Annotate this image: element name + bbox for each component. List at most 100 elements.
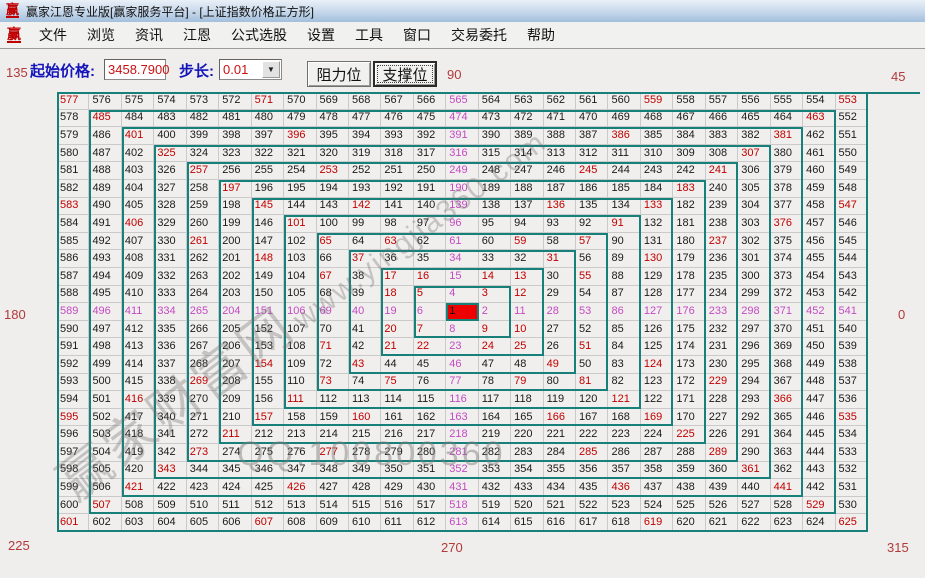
grid-cell[interactable]: 431 <box>446 479 478 497</box>
grid-cell[interactable]: 139 <box>446 198 478 216</box>
grid-cell[interactable]: 489 <box>89 180 121 198</box>
grid-cell[interactable]: 69 <box>317 303 349 321</box>
grid-cell[interactable]: 178 <box>673 268 705 286</box>
grid-cell[interactable]: 26 <box>544 338 576 356</box>
grid-cell[interactable]: 285 <box>576 444 608 462</box>
grid-cell[interactable]: 492 <box>89 233 121 251</box>
grid-cell[interactable]: 406 <box>122 215 154 233</box>
grid-cell[interactable]: 504 <box>89 444 121 462</box>
grid-cell[interactable]: 481 <box>219 110 251 128</box>
grid-cell[interactable]: 488 <box>89 162 121 180</box>
grid-cell[interactable]: 346 <box>252 462 284 480</box>
grid-cell[interactable]: 146 <box>252 215 284 233</box>
grid-cell[interactable]: 276 <box>284 444 316 462</box>
grid-cell[interactable]: 37 <box>349 250 381 268</box>
grid-cell[interactable]: 168 <box>608 409 640 427</box>
grid-cell[interactable]: 404 <box>122 180 154 198</box>
grid-cell[interactable]: 344 <box>187 462 219 480</box>
grid-cell[interactable]: 378 <box>771 180 803 198</box>
grid-cell[interactable]: 236 <box>706 250 738 268</box>
grid-cell[interactable]: 364 <box>771 426 803 444</box>
grid-cell[interactable]: 81 <box>576 374 608 392</box>
grid-cell[interactable]: 513 <box>284 497 316 515</box>
grid-cell[interactable]: 440 <box>738 479 770 497</box>
grid-cell[interactable]: 592 <box>57 356 89 374</box>
grid-cell[interactable]: 104 <box>284 268 316 286</box>
grid-cell[interactable]: 438 <box>673 479 705 497</box>
grid-cell[interactable]: 103 <box>284 250 316 268</box>
grid-cell[interactable]: 212 <box>252 426 284 444</box>
grid-cell[interactable]: 230 <box>706 356 738 374</box>
grid-cell[interactable]: 186 <box>576 180 608 198</box>
grid-cell[interactable]: 358 <box>641 462 673 480</box>
grid-cell[interactable]: 325 <box>154 145 186 163</box>
grid-cell[interactable]: 622 <box>738 514 770 532</box>
grid-cell[interactable]: 366 <box>771 391 803 409</box>
grid-cell[interactable]: 435 <box>576 479 608 497</box>
grid-cell[interactable]: 254 <box>284 162 316 180</box>
grid-cell[interactable]: 291 <box>738 426 770 444</box>
grid-cell[interactable]: 455 <box>803 250 835 268</box>
grid-cell[interactable]: 308 <box>706 145 738 163</box>
grid-cell[interactable]: 40 <box>349 303 381 321</box>
grid-cell[interactable]: 248 <box>479 162 511 180</box>
grid-cell[interactable]: 80 <box>544 374 576 392</box>
grid-cell[interactable]: 121 <box>608 391 640 409</box>
grid-cell[interactable]: 147 <box>252 233 284 251</box>
grid-cell[interactable]: 617 <box>576 514 608 532</box>
menu-item[interactable]: 文件 <box>29 24 77 46</box>
grid-cell[interactable]: 349 <box>349 462 381 480</box>
grid-cell[interactable]: 224 <box>641 426 673 444</box>
grid-cell[interactable]: 469 <box>608 110 640 128</box>
grid-cell[interactable]: 280 <box>414 444 446 462</box>
grid-cell[interactable]: 483 <box>154 110 186 128</box>
grid-cell[interactable]: 116 <box>446 391 478 409</box>
grid-cell[interactable]: 620 <box>673 514 705 532</box>
grid-cell[interactable]: 425 <box>252 479 284 497</box>
grid-cell[interactable]: 136 <box>544 198 576 216</box>
grid-cell[interactable]: 380 <box>771 145 803 163</box>
grid-cell[interactable]: 439 <box>706 479 738 497</box>
grid-cell[interactable]: 333 <box>154 286 186 304</box>
grid-cell[interactable]: 288 <box>673 444 705 462</box>
grid-cell[interactable]: 38 <box>349 268 381 286</box>
grid-cell[interactable]: 321 <box>284 145 316 163</box>
grid-cell[interactable]: 84 <box>608 338 640 356</box>
grid-cell[interactable]: 352 <box>446 462 478 480</box>
grid-cell[interactable]: 336 <box>154 338 186 356</box>
grid-cell[interactable]: 211 <box>219 426 251 444</box>
grid-cell[interactable]: 171 <box>673 391 705 409</box>
grid-cell[interactable]: 389 <box>511 127 543 145</box>
grid-cell[interactable]: 98 <box>381 215 413 233</box>
grid-cell[interactable]: 76 <box>414 374 446 392</box>
grid-cell[interactable]: 320 <box>317 145 349 163</box>
grid-cell[interactable]: 85 <box>608 321 640 339</box>
grid-cell[interactable]: 31 <box>544 250 576 268</box>
grid-cell[interactable]: 584 <box>57 215 89 233</box>
grid-cell[interactable]: 386 <box>608 127 640 145</box>
grid-cell[interactable]: 356 <box>576 462 608 480</box>
grid-cell[interactable]: 531 <box>836 479 868 497</box>
grid-cell[interactable]: 19 <box>381 303 413 321</box>
grid-cell[interactable]: 274 <box>219 444 251 462</box>
grid-cell[interactable]: 319 <box>349 145 381 163</box>
grid-cell[interactable]: 304 <box>738 198 770 216</box>
grid-cell[interactable]: 11 <box>511 303 543 321</box>
grid-cell[interactable]: 241 <box>706 162 738 180</box>
grid-cell[interactable]: 334 <box>154 303 186 321</box>
grid-cell[interactable]: 351 <box>414 462 446 480</box>
grid-cell[interactable]: 603 <box>122 514 154 532</box>
grid-cell[interactable]: 371 <box>771 303 803 321</box>
grid-cell[interactable]: 474 <box>446 110 478 128</box>
grid-cell[interactable]: 607 <box>252 514 284 532</box>
grid-cell[interactable]: 353 <box>479 462 511 480</box>
grid-cell[interactable]: 294 <box>738 374 770 392</box>
grid-cell[interactable]: 100 <box>317 215 349 233</box>
grid-cell[interactable]: 72 <box>317 356 349 374</box>
grid-cell[interactable]: 541 <box>836 303 868 321</box>
grid-cell[interactable]: 138 <box>479 198 511 216</box>
grid-center-cell[interactable]: 1 <box>446 303 478 321</box>
grid-cell[interactable]: 443 <box>803 462 835 480</box>
grid-cell[interactable]: 95 <box>479 215 511 233</box>
grid-cell[interactable]: 608 <box>284 514 316 532</box>
